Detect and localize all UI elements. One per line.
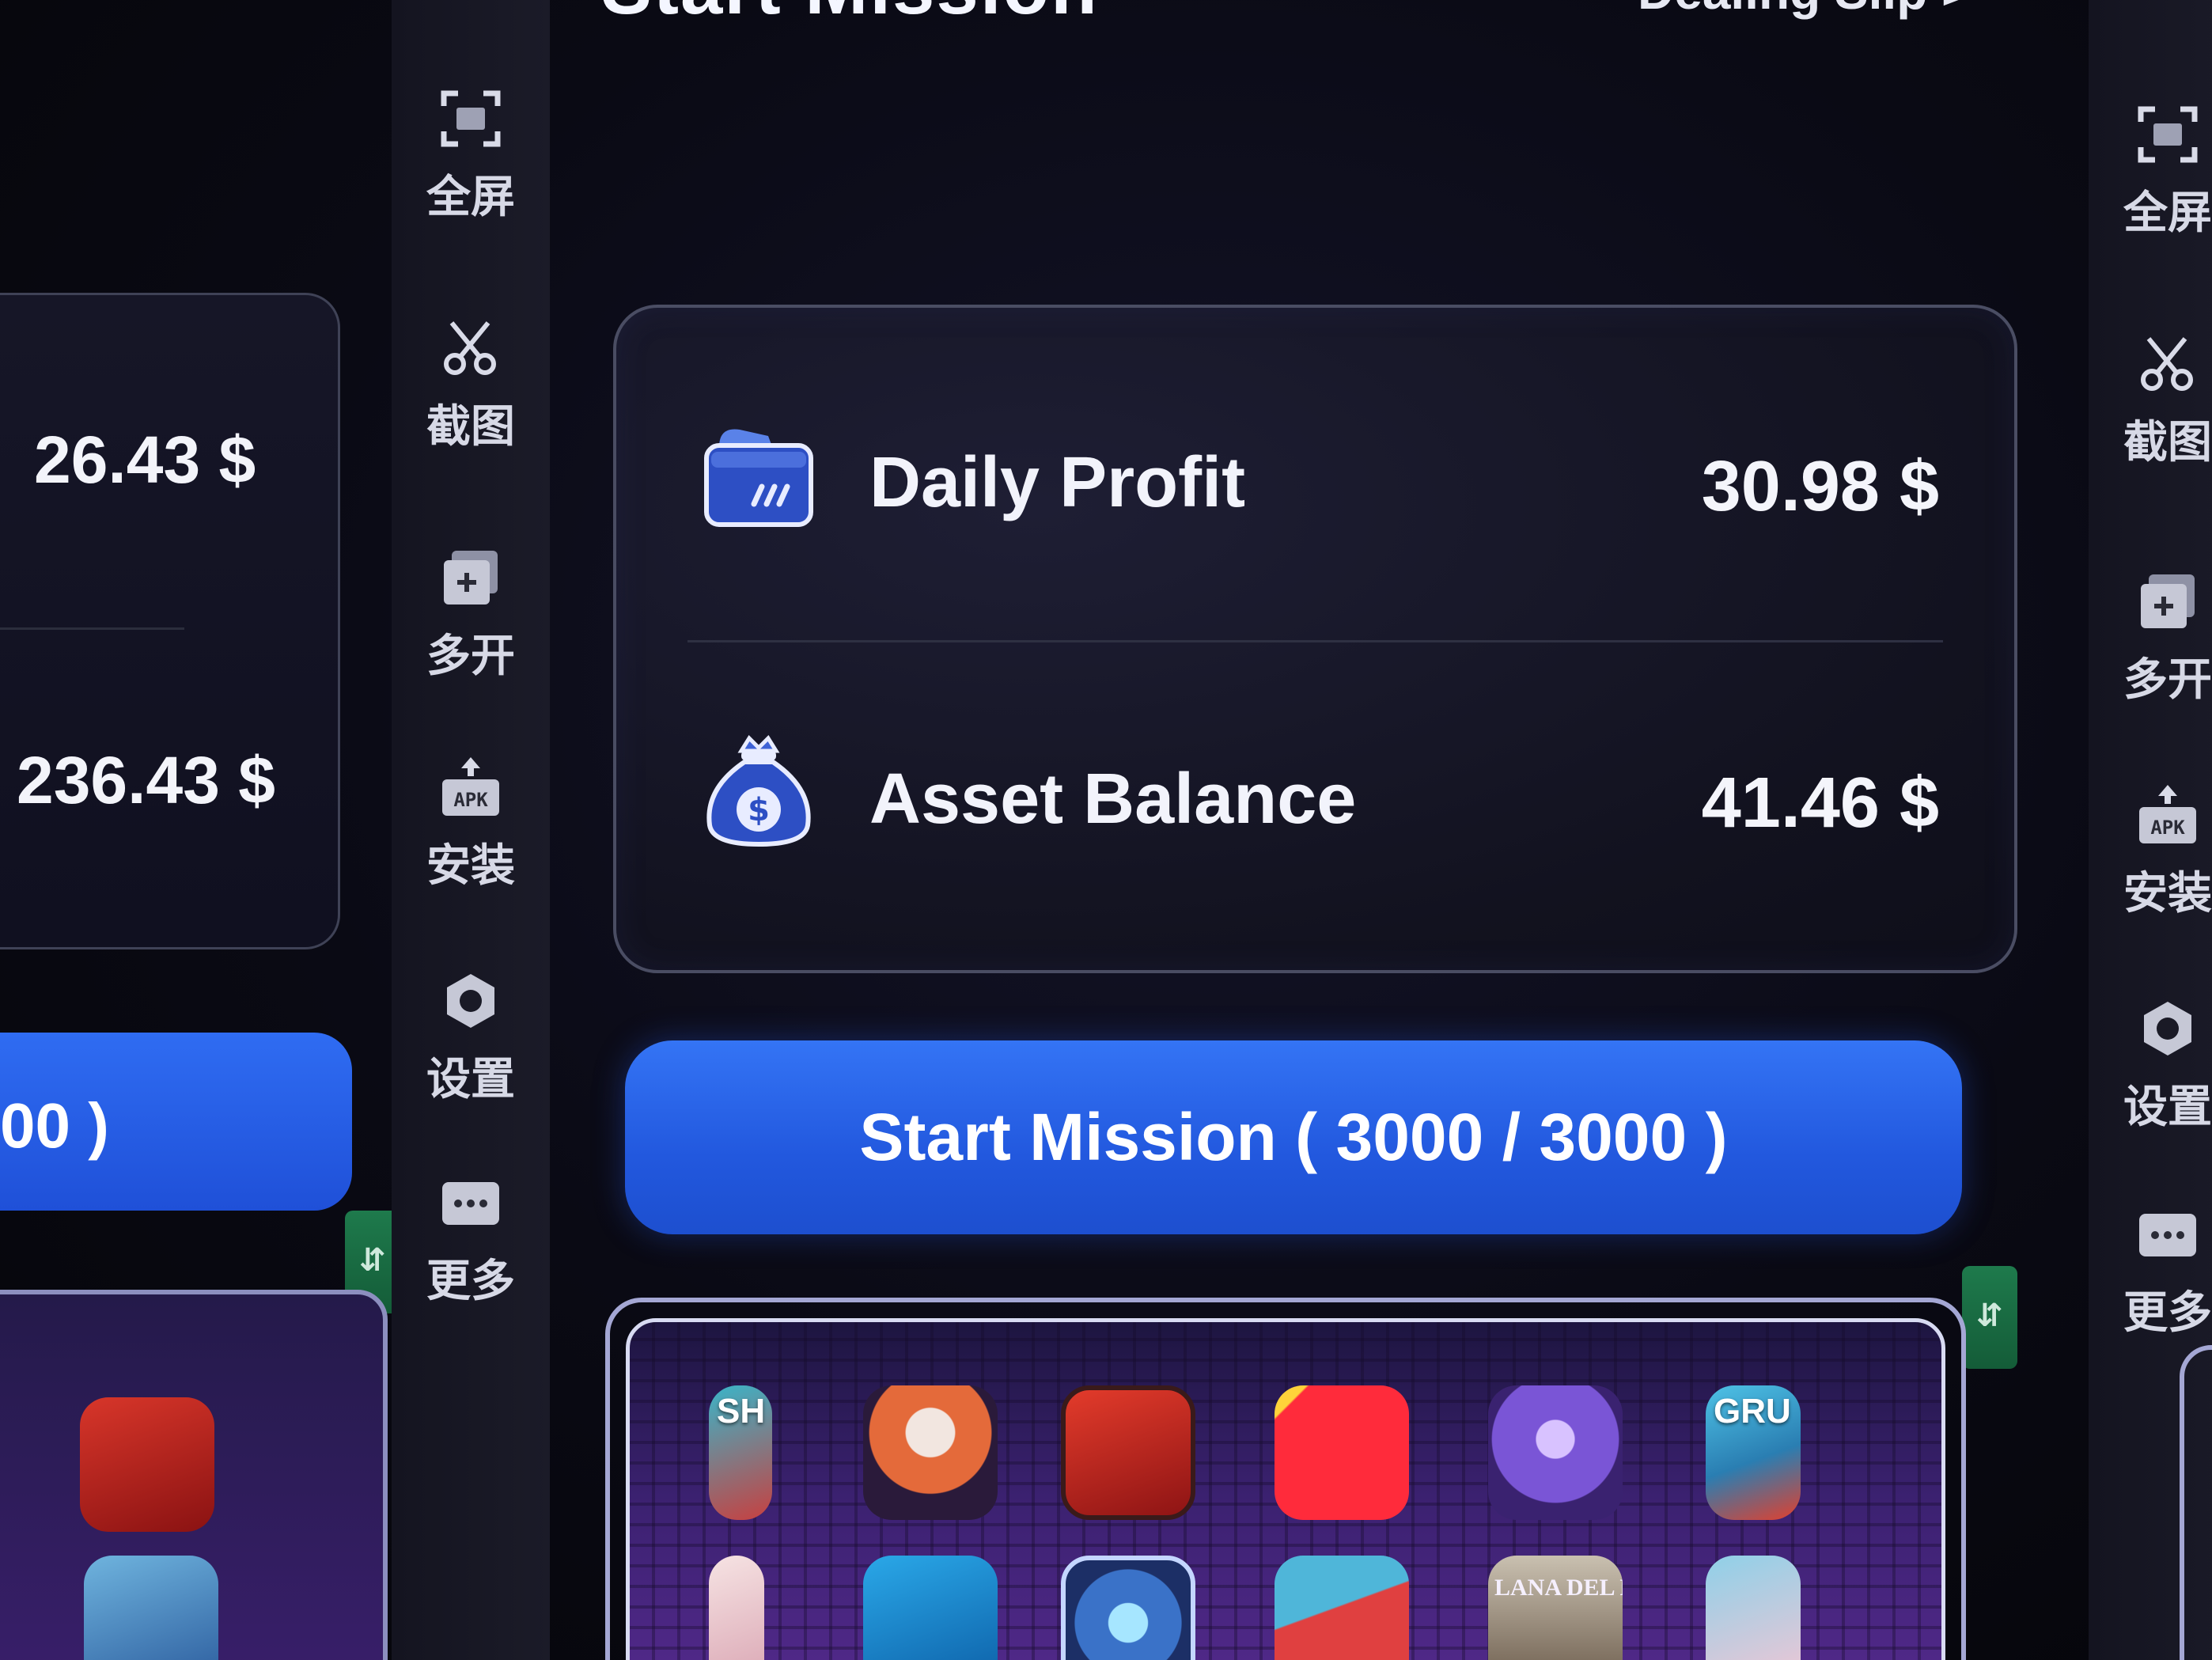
sidebar-item-screenshot[interactable]: 截图	[392, 316, 550, 455]
sidebar-left: 全屏 截图 多开 APK 安装 设置 更多	[392, 0, 550, 1660]
app-tile-7[interactable]	[709, 1556, 764, 1660]
fullscreen-icon	[441, 90, 501, 147]
more-icon	[442, 1182, 499, 1225]
page-title: Start Mission	[601, 0, 1099, 32]
asset-balance-row: $ Asset Balance 41.46 $	[616, 680, 2014, 917]
sidebar-right-label-install: 安装	[2123, 868, 2212, 919]
sidebar-label-more: 更多	[426, 1256, 515, 1307]
app-tile-1[interactable]: SH	[709, 1385, 772, 1520]
sidebar-right-item-install[interactable]: APK 安装	[2089, 783, 2212, 922]
sidebar-right-label-screenshot: 截图	[2123, 417, 2212, 468]
left-button-label: 00 )	[0, 1090, 109, 1161]
sidebar-item-multi-open[interactable]: 多开	[392, 546, 550, 684]
app-grid-frame: SH GRU LANA DEL REY	[605, 1298, 1966, 1660]
card-divider	[687, 640, 1943, 642]
sidebar-item-install[interactable]: APK 安装	[392, 756, 550, 894]
svg-text:$: $	[748, 792, 770, 828]
asset-balance-value: 41.46 $	[1701, 764, 1939, 843]
sidebar-right-label-more: 更多	[2123, 1287, 2212, 1339]
sidebar-label-install: 安装	[426, 840, 515, 892]
more-icon	[2139, 1214, 2196, 1256]
app-tile-11[interactable]: LANA DEL REY	[1488, 1556, 1623, 1660]
app-tile-12[interactable]	[1706, 1556, 1801, 1660]
wallet-icon	[704, 429, 813, 527]
sidebar-label-settings: 设置	[426, 1054, 515, 1105]
app-tile-11-label: LANA DEL REY	[1494, 1575, 1623, 1601]
app-tile-5[interactable]	[1488, 1385, 1623, 1520]
daily-profit-value: 30.98 $	[1701, 447, 1939, 526]
apk-install-icon: APK	[2139, 785, 2196, 843]
app-tile-1-label: SH	[717, 1392, 766, 1431]
multi-open-icon	[2141, 574, 2195, 628]
scissors-icon	[444, 321, 496, 375]
left-summary-card: 26.43 $ 236.43 $	[0, 293, 340, 949]
sidebar-right-label-settings: 设置	[2123, 1082, 2212, 1133]
app-tile-6-label: GRU	[1714, 1392, 1791, 1431]
sidebar-right-item-more[interactable]: 更多	[2089, 1203, 2212, 1341]
sidebar-item-more[interactable]: 更多	[392, 1171, 550, 1309]
app-tile-6[interactable]: GRU	[1706, 1385, 1801, 1520]
sidebar-item-settings[interactable]: 设置	[392, 969, 550, 1108]
left-app-tile-2[interactable]	[84, 1556, 218, 1660]
asset-balance-label: Asset Balance	[869, 760, 1357, 839]
start-mission-button[interactable]: Start Mission ( 3000 / 3000 )	[625, 1040, 1962, 1234]
sidebar-label-fullscreen: 全屏	[426, 172, 515, 223]
sidebar-label-screenshot: 截图	[426, 401, 515, 453]
screen: Start Mission Dealing Slip > 26.43 $ 236…	[0, 0, 2212, 1660]
app-tile-10[interactable]	[1275, 1556, 1409, 1660]
app-tile-3[interactable]	[1061, 1385, 1195, 1520]
sidebar-right-item-multi-open[interactable]: 多开	[2089, 570, 2212, 708]
multi-open-icon	[444, 551, 498, 604]
scissors-icon	[2141, 337, 2193, 391]
apk-install-icon: APK	[442, 757, 499, 816]
settings-icon	[2144, 1002, 2191, 1056]
sidebar-right-label-multi-open: 多开	[2123, 654, 2212, 706]
left-value-1: 26.43 $	[34, 423, 256, 497]
app-grid: SH GRU LANA DEL REY	[626, 1318, 1945, 1660]
dealing-slip-link[interactable]: Dealing Slip >	[1638, 0, 1971, 21]
money-bag-icon: $	[706, 735, 811, 847]
app-tile-2[interactable]	[863, 1385, 998, 1520]
daily-profit-row: Daily Profit 30.98 $	[616, 363, 2014, 601]
left-app-grid	[0, 1290, 388, 1660]
svg-text:APK: APK	[2150, 817, 2185, 839]
start-mission-label: Start Mission ( 3000 / 3000 )	[859, 1100, 1728, 1174]
right-green-tab[interactable]: ⇵	[1962, 1266, 2017, 1369]
settings-icon	[447, 974, 494, 1028]
fullscreen-icon	[2138, 106, 2198, 163]
summary-card: Daily Profit 30.98 $ $ Asset Balance 41.…	[613, 305, 2017, 973]
left-value-2: 236.43 $	[17, 743, 275, 817]
left-start-mission-button[interactable]: 00 )	[0, 1033, 352, 1211]
left-card-divider	[0, 627, 184, 630]
left-app-tile-1[interactable]	[80, 1397, 214, 1532]
sidebar-label-multi-open: 多开	[426, 631, 515, 682]
app-tile-8[interactable]	[863, 1556, 998, 1660]
sidebar-right-label-fullscreen: 全屏	[2123, 188, 2212, 239]
sidebar-item-fullscreen[interactable]: 全屏	[392, 87, 550, 226]
sidebar-right-item-settings[interactable]: 设置	[2089, 997, 2212, 1135]
right-edge-app-grid	[2180, 1345, 2212, 1660]
sidebar-right-item-fullscreen[interactable]: 全屏	[2089, 103, 2212, 241]
sidebar-right-item-screenshot[interactable]: 截图	[2089, 332, 2212, 471]
app-tile-4[interactable]	[1275, 1385, 1409, 1520]
svg-text:APK: APK	[453, 789, 488, 811]
app-tile-9[interactable]	[1061, 1556, 1195, 1660]
daily-profit-label: Daily Profit	[869, 443, 1246, 522]
